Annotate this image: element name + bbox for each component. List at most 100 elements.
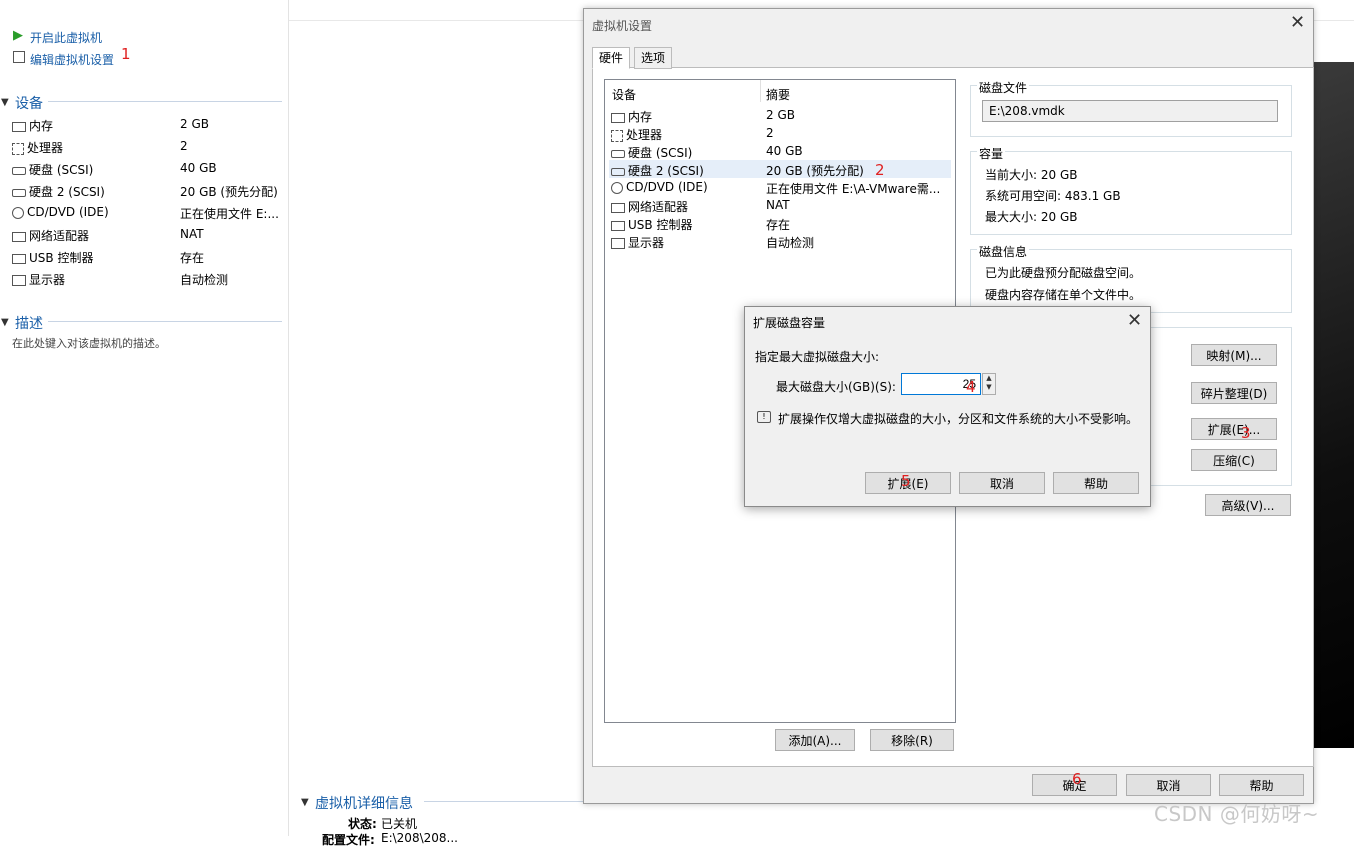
device-row[interactable]: CD/DVD (IDE) 正在使用文件 E:... — [12, 203, 282, 223]
disk-icon — [611, 167, 625, 176]
settings-device-row[interactable]: 内存 2 GB — [609, 106, 951, 124]
collapse-triangle-icon[interactable]: ▼ — [1, 317, 9, 328]
edit-settings-icon[interactable] — [13, 51, 25, 63]
map-button[interactable]: 映射(M)... — [1191, 344, 1277, 366]
device-row[interactable]: 网络适配器 NAT — [12, 225, 282, 245]
device-name[interactable]: USB 控制器 — [12, 249, 93, 266]
memory-icon — [611, 112, 625, 123]
annotation-5: 5 — [901, 472, 911, 490]
disk-icon — [611, 149, 625, 158]
device-name-text: USB 控制器 — [29, 251, 94, 265]
disk-file-label: 磁盘文件 — [977, 79, 1030, 96]
column-header-summary[interactable]: 摘要 — [766, 86, 790, 103]
info-icon: ! — [757, 411, 771, 423]
edit-settings-link[interactable]: 编辑虚拟机设置 — [30, 51, 114, 68]
device-name-text: CD/DVD (IDE) — [27, 205, 109, 219]
device-name[interactable]: 处理器 — [12, 139, 63, 156]
settings-device-row[interactable]: 硬盘 (SCSI) 40 GB — [609, 142, 951, 160]
device-name[interactable]: 内存 — [12, 117, 53, 134]
device-summary: 2 GB — [766, 108, 795, 122]
annotation-1: 1 — [121, 45, 131, 63]
device-summary: 自动检测 — [766, 236, 815, 250]
device-summary: 2 — [766, 126, 774, 140]
cd-icon — [611, 181, 623, 194]
spin-down-icon[interactable]: ▼ — [983, 383, 995, 392]
collapse-triangle-icon[interactable]: ▼ — [1, 97, 9, 108]
description-header[interactable]: 描述 — [15, 313, 43, 333]
vm-details-header[interactable]: 虚拟机详细信息 — [315, 793, 413, 813]
device-name[interactable]: 硬盘 (SCSI) — [12, 161, 93, 178]
expand-note: 扩展操作仅增大虚拟磁盘的大小，分区和文件系统的大小不受影响。 — [778, 412, 1139, 426]
memory-icon — [12, 121, 26, 132]
device-row[interactable]: 内存 2 GB — [12, 115, 282, 135]
config-value: E:\208\208... — [381, 831, 458, 845]
disk-info-label: 磁盘信息 — [977, 243, 1030, 260]
device-name-text: 内存 — [29, 119, 54, 133]
remove-button[interactable]: 移除(R) — [870, 729, 954, 751]
device-name: 硬盘 (SCSI) — [611, 144, 692, 161]
annotation-6: 6 — [1072, 770, 1082, 788]
compact-button[interactable]: 压缩(C) — [1191, 449, 1277, 471]
advanced-button[interactable]: 高级(V)... — [1205, 494, 1291, 516]
power-on-link[interactable]: 开启此虚拟机 — [30, 29, 102, 46]
play-icon[interactable]: ▶ — [13, 28, 23, 43]
device-value: 2 — [180, 139, 188, 153]
spin-up-icon[interactable]: ▲ — [983, 374, 995, 383]
tab-options[interactable]: 选项 — [634, 47, 673, 69]
column-header-device[interactable]: 设备 — [612, 86, 636, 103]
settings-device-row[interactable]: CD/DVD (IDE) 正在使用文件 E:\A-VMware需... — [609, 178, 951, 196]
device-value: 正在使用文件 E:... — [180, 207, 279, 221]
current-size: 当前大小: 20 GB — [985, 168, 1078, 182]
column-separator[interactable] — [760, 80, 761, 102]
cancel-button[interactable]: 取消 — [1126, 774, 1211, 796]
settings-device-row[interactable]: 显示器 自动检测 — [609, 232, 951, 250]
disk-file-field[interactable]: E:\208.vmdk — [982, 100, 1278, 122]
disk-info-line-2: 硬盘内容存储在单个文件中。 — [985, 288, 1142, 302]
device-name[interactable]: 网络适配器 — [12, 227, 89, 244]
device-name: 网络适配器 — [611, 198, 688, 215]
max-size: 最大大小: 20 GB — [985, 210, 1078, 224]
settings-device-row[interactable]: USB 控制器 存在 — [609, 214, 951, 232]
device-name[interactable]: 显示器 — [12, 271, 65, 288]
device-name-text: 硬盘 (SCSI) — [29, 163, 94, 177]
device-name-text: CD/DVD (IDE) — [626, 180, 708, 194]
device-name-text: 处理器 — [27, 141, 64, 155]
description-placeholder[interactable]: 在此处键入对该虚拟机的描述。 — [12, 335, 166, 351]
device-name-text: 硬盘 (SCSI) — [628, 146, 693, 160]
device-row[interactable]: 硬盘 2 (SCSI) 20 GB (预先分配) — [12, 181, 282, 201]
divider — [48, 321, 282, 322]
settings-device-row[interactable]: 硬盘 2 (SCSI) 20 GB (预先分配) — [609, 160, 951, 178]
settings-device-row[interactable]: 网络适配器 NAT — [609, 196, 951, 214]
device-value: 40 GB — [180, 161, 217, 175]
devices-header[interactable]: 设备 — [15, 93, 43, 113]
disk-icon — [12, 188, 26, 197]
close-icon[interactable]: ✕ — [1290, 14, 1305, 32]
device-value: 存在 — [180, 251, 205, 265]
device-value: NAT — [180, 227, 204, 241]
add-button[interactable]: 添加(A)... — [775, 729, 855, 751]
monitor-icon — [611, 238, 625, 249]
device-name-text: 显示器 — [29, 273, 66, 287]
device-name[interactable]: CD/DVD (IDE) — [12, 205, 109, 219]
usb-icon — [611, 220, 625, 231]
device-row[interactable]: USB 控制器 存在 — [12, 247, 282, 267]
status-label: 状态: — [348, 817, 377, 831]
device-name[interactable]: 硬盘 2 (SCSI) — [12, 183, 105, 200]
cpu-icon — [611, 129, 623, 142]
size-spinner[interactable]: ▲ ▼ — [982, 373, 996, 395]
defrag-button[interactable]: 碎片整理(D) — [1191, 382, 1277, 404]
expand-button[interactable]: 扩展(E)... — [1191, 418, 1277, 440]
help-button[interactable]: 帮助 — [1219, 774, 1304, 796]
collapse-triangle-icon[interactable]: ▼ — [301, 797, 309, 808]
close-icon[interactable]: ✕ — [1127, 312, 1142, 330]
device-name-text: 硬盘 2 (SCSI) — [29, 185, 105, 199]
device-name: CD/DVD (IDE) — [611, 180, 708, 194]
device-summary: NAT — [766, 198, 790, 212]
tab-hardware[interactable]: 硬件 — [592, 47, 631, 69]
device-row[interactable]: 显示器 自动检测 — [12, 269, 282, 289]
device-row[interactable]: 硬盘 (SCSI) 40 GB — [12, 159, 282, 179]
device-row[interactable]: 处理器 2 — [12, 137, 282, 157]
settings-device-row[interactable]: 处理器 2 — [609, 124, 951, 142]
expand-cancel-button[interactable]: 取消 — [959, 472, 1045, 494]
expand-help-button[interactable]: 帮助 — [1053, 472, 1139, 494]
